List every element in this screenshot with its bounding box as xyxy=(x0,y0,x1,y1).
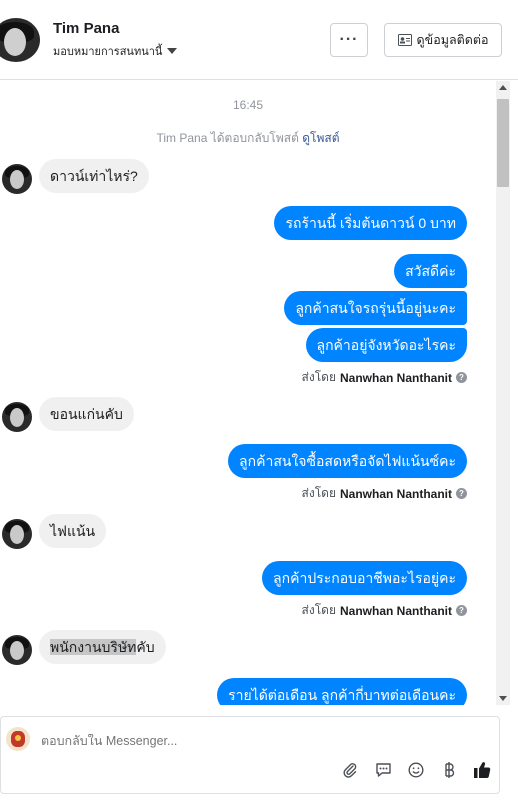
view-contact-label: ดูข้อมูลติดต่อ xyxy=(416,33,489,47)
incoming-message: ดาวน์เท่าไหร่? xyxy=(39,159,149,193)
incoming-message: ไฟแน้น xyxy=(39,514,107,548)
scroll-down-arrow-icon[interactable] xyxy=(499,696,507,701)
scroll-thumb[interactable] xyxy=(497,99,509,187)
outgoing-message: ลูกค้าสนใจซื้อสดหรือจัดไฟแน้นซ์คะ xyxy=(228,444,467,478)
message-thread[interactable]: 16:45 Tim Pana ได้ตอบกลับโพสต์ ดูโพสต์ ด… xyxy=(0,81,496,705)
message-timestamp: 16:45 xyxy=(232,98,264,112)
conversation-header: Tim Pana มอบหมายการสนทนานี้ ··· ดูข้อมูล… xyxy=(0,0,518,80)
sender-avatar[interactable] xyxy=(2,164,32,194)
sent-by-prefix: ส่งโดย xyxy=(301,370,336,384)
baht-icon[interactable] xyxy=(440,761,458,779)
emoji-icon[interactable] xyxy=(407,761,425,779)
sent-by-prefix: ส่งโดย xyxy=(301,603,336,617)
agent-name: Nanwhan Nanthanit xyxy=(339,603,452,618)
selected-text: พนักงานบริษัท xyxy=(50,639,137,655)
sent-by-label: ส่งโดย Nanwhan Nanthanit ? xyxy=(302,484,467,503)
sent-by-prefix: ส่งโดย xyxy=(301,486,336,500)
outgoing-message: ลูกค้าอยู่จังหวัดอะไรคะ xyxy=(305,328,467,362)
sender-avatar[interactable] xyxy=(2,402,32,432)
help-icon[interactable]: ? xyxy=(456,605,467,616)
sent-by-label: ส่งโดย Nanwhan Nanthanit ? xyxy=(302,368,467,387)
agent-name: Nanwhan Nanthanit xyxy=(339,486,452,501)
page-avatar xyxy=(6,727,30,751)
thread-scrollbar[interactable] xyxy=(496,81,510,705)
view-contact-button[interactable]: ดูข้อมูลติดต่อ xyxy=(384,23,502,57)
paperclip-icon[interactable] xyxy=(341,761,359,779)
chat-bubble-icon[interactable] xyxy=(374,761,392,779)
sender-avatar[interactable] xyxy=(2,519,32,549)
reply-input[interactable] xyxy=(41,734,341,748)
sender-avatar[interactable] xyxy=(2,635,32,665)
outgoing-message: ลูกค้าสนใจรถรุ่นนี้อยู่นะคะ xyxy=(284,291,467,325)
help-icon[interactable]: ? xyxy=(456,372,467,383)
message-text: คับ xyxy=(136,639,155,655)
sent-by-label: ส่งโดย Nanwhan Nanthanit ? xyxy=(302,601,467,620)
outgoing-message: สวัสดีค่ะ xyxy=(394,254,467,288)
outgoing-message: ลูกค้าประกอบอาชีพอะไรอยู่คะ xyxy=(262,561,467,595)
help-icon[interactable]: ? xyxy=(456,488,467,499)
message-composer xyxy=(0,716,500,794)
post-reply-note: Tim Pana ได้ตอบกลับโพสต์ ดูโพสต์ xyxy=(0,129,496,148)
outgoing-message: รถร้านนี้ เริ่มต้นดาวน์ 0 บาท xyxy=(274,206,467,240)
incoming-message: ขอนแก่นคับ xyxy=(39,397,134,431)
composer-toolbar xyxy=(341,761,491,779)
assign-conversation-dropdown[interactable]: มอบหมายการสนทนานี้ xyxy=(53,42,178,60)
caret-down-icon xyxy=(167,48,178,54)
contact-avatar[interactable] xyxy=(0,18,40,62)
more-options-button[interactable]: ··· xyxy=(330,23,368,57)
outgoing-message: รายได้ต่อเดือน ลูกค้ากี่บาทต่อเดือนคะ xyxy=(217,678,467,705)
scroll-up-arrow-icon[interactable] xyxy=(499,85,507,90)
thumbs-up-icon[interactable] xyxy=(473,761,491,779)
assign-label: มอบหมายการสนทนานี้ xyxy=(53,46,163,58)
contact-card-icon xyxy=(397,34,412,46)
reply-note-text: Tim Pana ได้ตอบกลับโพสต์ xyxy=(156,131,299,145)
contact-name[interactable]: Tim Pana xyxy=(53,20,119,37)
view-post-link[interactable]: ดูโพสต์ xyxy=(302,131,339,145)
incoming-message: พนักงานบริษัทคับ xyxy=(39,630,166,664)
agent-name: Nanwhan Nanthanit xyxy=(339,370,452,385)
